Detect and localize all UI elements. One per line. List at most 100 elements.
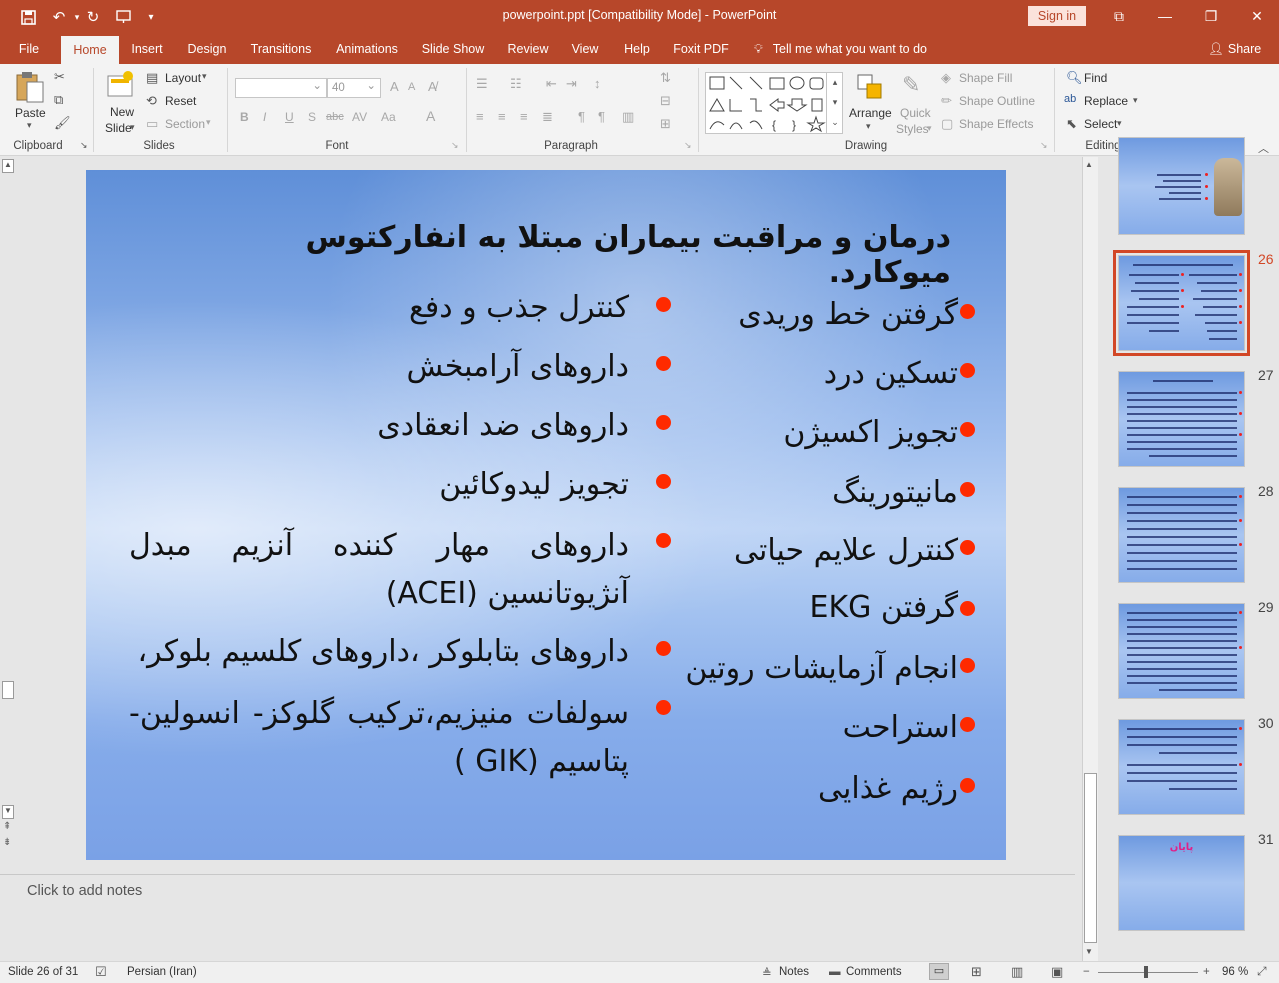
paste-dropdown-icon[interactable]: ▾: [27, 120, 32, 131]
new-slide-label-2[interactable]: Slide: [105, 121, 132, 135]
fit-to-window-icon[interactable]: ⤢: [1257, 964, 1267, 979]
tab-transitions[interactable]: Transitions: [244, 34, 318, 64]
paste-button[interactable]: Paste: [15, 106, 46, 120]
arrange-button[interactable]: Arrange: [849, 106, 892, 120]
tab-animations[interactable]: Animations: [330, 34, 404, 64]
zoom-slider-track[interactable]: [1098, 972, 1198, 973]
close-icon[interactable]: ✕: [1242, 4, 1272, 28]
replace-button[interactable]: Replace: [1084, 94, 1128, 108]
left-bullet-1[interactable]: کنترل جذب و دفع: [409, 290, 629, 325]
character-spacing-icon[interactable]: AV: [352, 110, 367, 124]
numbering-icon[interactable]: ☷: [510, 76, 522, 92]
slideshow-view-icon[interactable]: ▣: [1051, 964, 1063, 980]
thumb-scroll-thumb[interactable]: [1084, 773, 1097, 943]
right-bullet-9[interactable]: رژیم غذایی: [818, 771, 958, 806]
shapes-gallery-scroll[interactable]: ▴ ▾ ⌄: [826, 72, 843, 134]
tab-insert[interactable]: Insert: [124, 34, 170, 64]
justify-icon[interactable]: ≣: [542, 109, 553, 125]
font-name-combo[interactable]: [235, 77, 327, 98]
cut-icon[interactable]: ✂: [54, 69, 65, 85]
slide-thumbnail-29[interactable]: [1118, 603, 1245, 699]
zoom-out-icon[interactable]: −: [1083, 966, 1090, 978]
slide-sorter-icon[interactable]: ⊞: [971, 964, 982, 980]
layout-button[interactable]: Layout: [165, 71, 201, 85]
layout-dropdown-icon[interactable]: ▾: [202, 71, 207, 82]
increase-indent-icon[interactable]: ⇥: [566, 76, 577, 92]
tab-design[interactable]: Design: [182, 34, 232, 64]
rtl-direction-icon[interactable]: ¶: [578, 109, 585, 124]
right-bullet-4[interactable]: مانیتورینگ: [832, 475, 958, 510]
drawing-launcher-icon[interactable]: ↘: [1040, 140, 1048, 151]
section-button[interactable]: Section: [165, 117, 205, 131]
italic-icon[interactable]: I: [263, 110, 266, 124]
thumbnail-scrollbar[interactable]: ▲ ▼: [1082, 157, 1098, 961]
decrease-indent-icon[interactable]: ⇤: [546, 76, 557, 92]
tell-me-search[interactable]: 💡︎ Tell me what you want to do: [754, 34, 927, 64]
thumb-scroll-up-icon[interactable]: ▲: [1085, 160, 1093, 169]
align-right-icon[interactable]: ≡: [520, 109, 528, 124]
right-bullet-8[interactable]: استراحت: [843, 710, 958, 745]
find-button[interactable]: Find: [1084, 71, 1107, 85]
shapes-gallery[interactable]: {}: [705, 72, 843, 134]
right-bullet-7[interactable]: انجام آزمایشات روتین: [685, 651, 958, 686]
notes-divider[interactable]: [0, 874, 1075, 875]
new-slide-label-1[interactable]: New: [110, 105, 134, 119]
slide-vertical-scrollbar[interactable]: ▲ ▼ ⇞ ⇟: [0, 157, 16, 857]
left-bullet-6[interactable]: داروهای بتابلوکر ،داروهای کلسیم بلوکر،: [138, 634, 630, 669]
arrange-dropdown-icon[interactable]: ▾: [866, 121, 871, 132]
clipboard-launcher-icon[interactable]: ↘: [80, 140, 88, 151]
change-case-icon[interactable]: Aa: [381, 110, 396, 124]
clear-formatting-icon[interactable]: A̸: [428, 79, 437, 94]
tab-slide-show[interactable]: Slide Show: [416, 34, 490, 64]
shape-fill-button[interactable]: Shape Fill: [959, 71, 1012, 85]
language-indicator[interactable]: Persian (Iran): [127, 966, 197, 978]
normal-view-icon[interactable]: ▭: [929, 963, 949, 980]
format-painter-icon[interactable]: 🖌︎: [54, 115, 71, 131]
arrange-icon[interactable]: [855, 72, 885, 102]
zoom-level[interactable]: 96 %: [1222, 966, 1248, 978]
slide-thumbnail-30[interactable]: [1118, 719, 1245, 815]
new-slide-icon[interactable]: [106, 70, 136, 100]
quick-styles-label-1[interactable]: Quick: [900, 106, 931, 120]
right-bullet-2[interactable]: تسکین درد: [824, 356, 958, 391]
quick-styles-icon[interactable]: ✎: [902, 72, 920, 98]
line-spacing-icon[interactable]: ↕: [594, 76, 601, 91]
tab-home[interactable]: Home: [61, 36, 119, 64]
paste-icon[interactable]: [14, 70, 46, 104]
share-button[interactable]: 👤︎ Share: [1208, 34, 1261, 64]
font-size-combo[interactable]: 40: [327, 77, 381, 98]
next-slide-icon[interactable]: ⇟: [3, 837, 11, 848]
reading-view-icon[interactable]: ▥: [1011, 964, 1023, 980]
copy-icon[interactable]: ⧉: [54, 92, 63, 108]
tab-view[interactable]: View: [566, 34, 604, 64]
shape-outline-button[interactable]: Shape Outline: [959, 94, 1035, 108]
text-shadow-icon[interactable]: S: [308, 110, 316, 124]
previous-slide-icon[interactable]: ⇞: [3, 821, 11, 832]
scroll-thumb[interactable]: [2, 681, 14, 699]
spelling-check-icon[interactable]: ☑: [95, 964, 107, 980]
bullets-icon[interactable]: ☰: [476, 76, 488, 92]
scroll-down-icon[interactable]: ▼: [2, 805, 14, 819]
left-bullet-3[interactable]: داروهای ضد انعقادی: [377, 408, 629, 443]
select-button[interactable]: Select: [1084, 117, 1117, 131]
quick-styles-label-2[interactable]: Styles: [896, 122, 929, 136]
tab-review[interactable]: Review: [502, 34, 554, 64]
select-dropdown-icon[interactable]: ▾: [1117, 118, 1122, 129]
align-text-icon[interactable]: ⊟: [660, 93, 671, 109]
left-bullet-5[interactable]: داروهای مهار کننده آنزیم مبدل آنژیوتانسی…: [129, 522, 629, 618]
increase-font-icon[interactable]: A: [390, 79, 399, 94]
right-bullet-3[interactable]: تجویز اکسیژن: [783, 415, 958, 450]
new-slide-dropdown-icon[interactable]: ▾: [130, 122, 135, 133]
slide-thumbnail-25[interactable]: [1118, 137, 1245, 235]
align-center-icon[interactable]: ≡: [498, 109, 506, 124]
font-color-icon[interactable]: A: [426, 108, 435, 124]
bold-icon[interactable]: B: [240, 110, 249, 124]
collapse-ribbon-icon[interactable]: ︿: [1258, 140, 1269, 156]
slide-canvas[interactable]: درمان و مراقبت بیماران مبتلا به انفارکتو…: [86, 170, 1006, 860]
smartart-icon[interactable]: ⊞: [660, 116, 671, 132]
tab-foxit-pdf[interactable]: Foxit PDF: [670, 34, 732, 64]
right-bullet-6[interactable]: گرفتن EKG: [810, 590, 958, 625]
slide-title[interactable]: درمان و مراقبت بیماران مبتلا به انفارکتو…: [216, 220, 951, 290]
strikethrough-icon[interactable]: abc: [326, 111, 344, 123]
sign-in-button[interactable]: Sign in: [1028, 6, 1086, 26]
